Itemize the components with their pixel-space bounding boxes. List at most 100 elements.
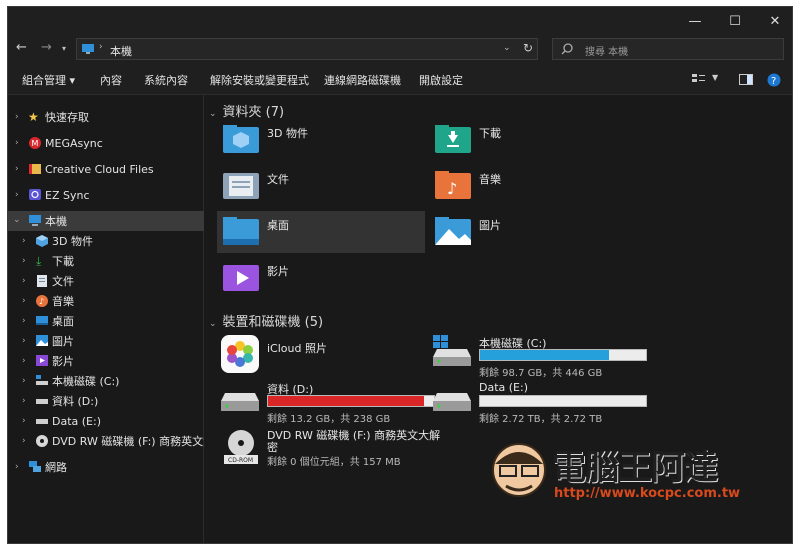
devices-group-header[interactable]: ⌄ 裝置和磁碟機 (5) [209, 311, 323, 330]
watermark: 電腦王阿達 http://www.kocpc.com.tw [488, 434, 768, 514]
address-dropdown-icon[interactable]: ⌄ [503, 43, 511, 53]
folder-documents[interactable]: 文件 [217, 165, 425, 207]
expand-chevron-icon[interactable]: › [22, 316, 26, 326]
folder-name: 桌面 [267, 219, 289, 232]
folder-name: 圖片 [479, 219, 501, 232]
sidebar-item-this-pc[interactable]: ⌄ 本機 [8, 211, 204, 231]
watermark-brand: 電腦王阿達 [552, 448, 718, 488]
sidebar-item-creative-cloud[interactable]: › Creative Cloud Files [8, 159, 204, 179]
expand-chevron-icon[interactable]: › [22, 436, 26, 446]
expand-chevron-icon[interactable]: › [22, 336, 26, 346]
sidebar-item-ez-sync[interactable]: › EZ Sync [8, 185, 204, 205]
expand-chevron-icon[interactable]: › [15, 138, 19, 148]
sidebar-label: 音樂 [52, 295, 74, 308]
search-input[interactable]: 搜尋 本機 [552, 38, 784, 60]
sidebar-item-music[interactable]: › ♪ 音樂 [8, 291, 204, 311]
collapse-chevron-icon[interactable]: ⌄ [13, 215, 21, 225]
sidebar-label: 本機 [45, 215, 67, 228]
folder-name: 下載 [479, 127, 501, 140]
hard-drive-icon [36, 419, 48, 424]
sidebar-item-documents[interactable]: › 文件 [8, 271, 204, 291]
view-dropdown-icon[interactable]: ▼ [712, 73, 718, 82]
creative-cloud-folder-icon [29, 164, 41, 174]
sidebar-label: 資料 (D:) [52, 395, 99, 408]
cd-rom-icon: CD-ROM [224, 430, 258, 464]
expand-chevron-icon[interactable]: › [15, 164, 19, 174]
expand-chevron-icon[interactable]: › [22, 296, 26, 306]
sidebar-item-drive-d[interactable]: › 資料 (D:) [8, 391, 204, 411]
device-icloud-photos[interactable]: iCloud 照片 [221, 335, 431, 381]
music-icon: ♪ [36, 295, 48, 307]
minimize-button[interactable]: — [675, 7, 715, 35]
uninstall-program-button[interactable]: 解除安裝或變更程式 [210, 72, 309, 88]
forward-arrow-icon[interactable]: → [41, 40, 52, 55]
system-properties-button[interactable]: 系統內容 [144, 72, 188, 88]
sidebar-item-network[interactable]: › 網路 [8, 457, 204, 477]
device-drive-c[interactable]: 本機磁碟 (C:) 剩餘 98.7 GB，共 446 GB [433, 335, 647, 381]
view-options-icon[interactable] [692, 74, 706, 86]
expand-chevron-icon[interactable]: › [22, 376, 26, 386]
folder-videos[interactable]: 影片 [217, 257, 425, 299]
folder-name: 文件 [267, 173, 289, 186]
sidebar-item-drive-f[interactable]: › DVD RW 磁碟機 (F:) 商務英文大解 [8, 431, 204, 451]
open-settings-button[interactable]: 開啟設定 [419, 72, 463, 88]
properties-button[interactable]: 內容 [100, 72, 122, 88]
device-dvd-drive-f[interactable]: CD-ROM DVD RW 磁碟機 (F:) 商務英文大解 密 剩餘 0 個位元… [221, 425, 440, 475]
documents-folder-icon [223, 173, 259, 199]
expand-chevron-icon[interactable]: › [22, 356, 26, 366]
expand-chevron-icon[interactable]: › [22, 416, 26, 426]
folder-music[interactable]: ♪ 音樂 [429, 165, 637, 207]
close-button[interactable]: ✕ [755, 7, 792, 35]
device-drive-e[interactable]: Data (E:) 剩餘 2.72 TB，共 2.72 TB [433, 381, 647, 427]
expand-chevron-icon[interactable]: › [22, 396, 26, 406]
network-icon [29, 461, 41, 472]
address-bar[interactable]: › 本機 ⌄ ↻ [76, 38, 538, 60]
sidebar-item-megasync[interactable]: › M MEGAsync [8, 133, 204, 153]
videos-folder-icon [223, 265, 259, 291]
star-icon: ★ [28, 110, 39, 124]
folder-downloads[interactable]: 下載 [429, 119, 637, 161]
sidebar-item-3d-objects[interactable]: › 3D 物件 [8, 231, 204, 251]
breadcrumb-location[interactable]: 本機 [110, 43, 132, 59]
expand-chevron-icon[interactable]: › [15, 190, 19, 200]
this-pc-icon [82, 44, 94, 54]
sidebar-label: 桌面 [52, 315, 74, 328]
expand-chevron-icon[interactable]: › [22, 236, 26, 246]
folder-pictures[interactable]: 圖片 [429, 211, 637, 253]
download-arrow-icon: ⤓ [36, 253, 42, 268]
sidebar-label: 快速存取 [45, 111, 89, 124]
maximize-button[interactable]: ☐ [715, 7, 755, 35]
sidebar-item-quick-access[interactable]: › ★ 快速存取 [8, 107, 204, 127]
refresh-icon[interactable]: ↻ [523, 41, 533, 55]
folder-3d-objects[interactable]: 3D 物件 [217, 119, 425, 161]
preview-pane-icon[interactable] [739, 74, 753, 85]
map-network-drive-button[interactable]: 連線網路磁碟機 [324, 72, 401, 88]
expand-chevron-icon[interactable]: › [15, 462, 19, 472]
svg-text:♪: ♪ [447, 179, 457, 198]
desktop-icon [36, 316, 48, 325]
sidebar-item-desktop[interactable]: › 桌面 [8, 311, 204, 331]
folder-desktop[interactable]: 桌面 [217, 211, 425, 253]
sidebar-label: Creative Cloud Files [45, 162, 154, 176]
back-arrow-icon[interactable]: ← [16, 40, 27, 55]
expand-chevron-icon[interactable]: › [22, 276, 26, 286]
sidebar-item-drive-c[interactable]: › 本機磁碟 (C:) [8, 371, 204, 391]
device-name: Data (E:) [479, 381, 529, 394]
sidebar-item-downloads[interactable]: › ⤓ 下載 [8, 251, 204, 271]
folders-group-header[interactable]: ⌄ 資料夾 (7) [209, 101, 284, 120]
collapse-chevron-icon[interactable]: ⌄ [209, 319, 217, 329]
svg-text:?: ? [771, 76, 776, 87]
device-drive-d[interactable]: 資料 (D:) 剩餘 13.2 GB，共 238 GB [221, 381, 435, 427]
sidebar-item-videos[interactable]: › 影片 [8, 351, 204, 371]
recent-locations-icon[interactable]: ▾ [62, 44, 66, 53]
breadcrumb-chevron-icon: › [99, 42, 103, 52]
collapse-chevron-icon[interactable]: ⌄ [209, 109, 217, 119]
expand-chevron-icon[interactable]: › [22, 256, 26, 266]
expand-chevron-icon[interactable]: › [15, 112, 19, 122]
sidebar-item-pictures[interactable]: › 圖片 [8, 331, 204, 351]
sidebar-label: 網路 [45, 461, 67, 474]
command-bar: 組合管理 ▾ 內容 系統內容 解除安裝或變更程式 連線網路磁碟機 開啟設定 ▼ … [8, 63, 792, 95]
sidebar-item-drive-e[interactable]: › Data (E:) [8, 411, 204, 431]
help-icon[interactable]: ? [767, 73, 781, 87]
organize-menu[interactable]: 組合管理 ▾ [22, 72, 75, 88]
